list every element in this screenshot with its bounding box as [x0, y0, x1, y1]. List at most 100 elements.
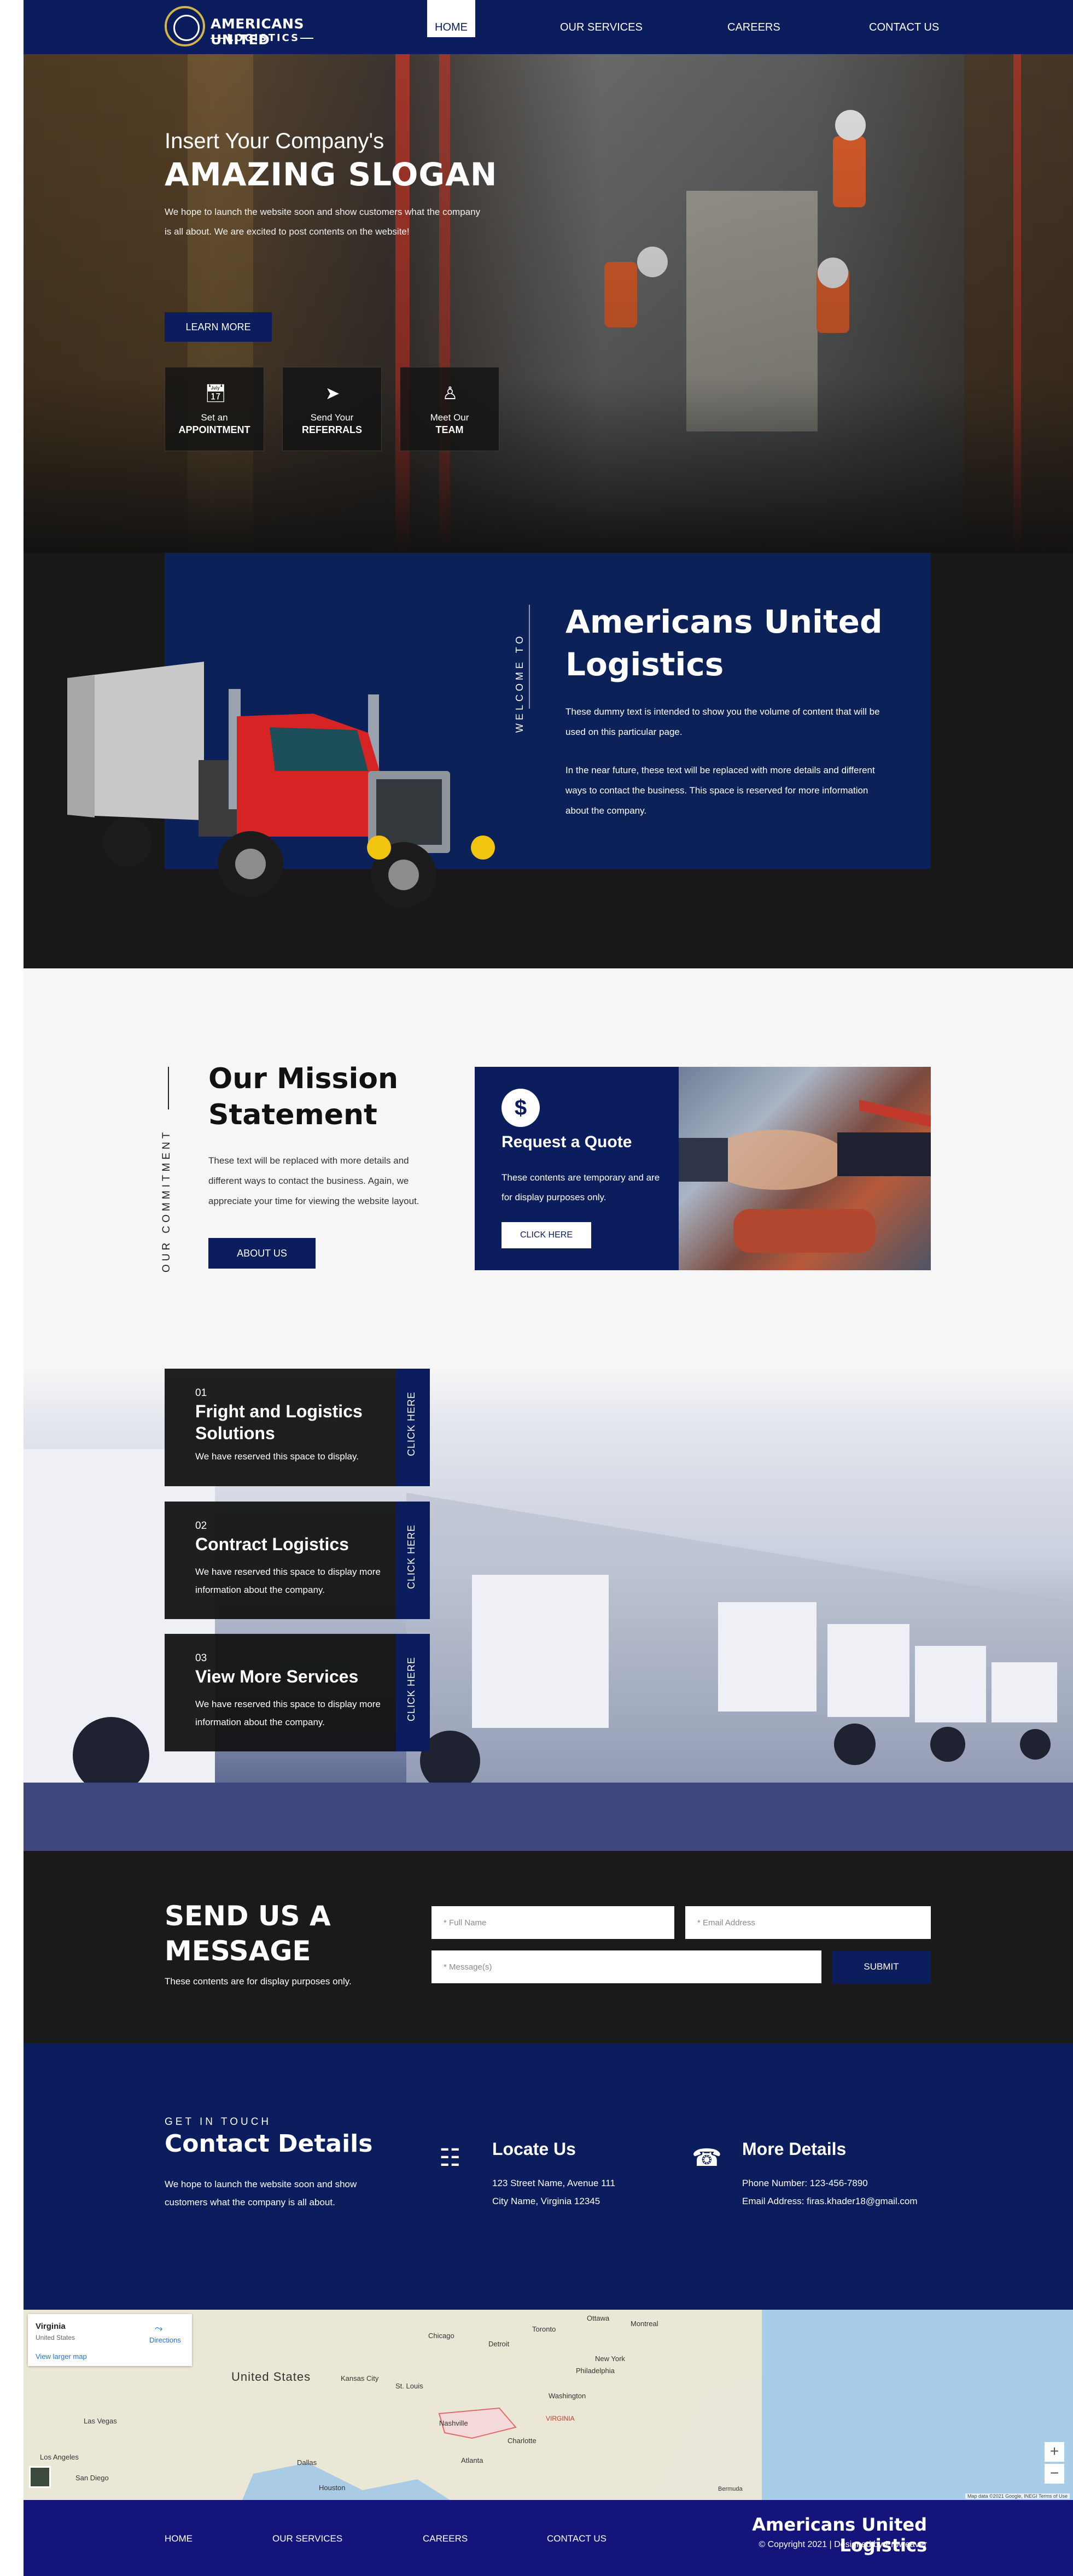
service-number: 02 [195, 1520, 207, 1532]
nav-home[interactable]: HOME [427, 0, 475, 37]
welcome-title: Americans United Logistics [565, 603, 883, 683]
locate-us-title: Locate Us [492, 2139, 576, 2159]
card-line2: REFERRALS [301, 424, 362, 435]
map-label-city: Washington [549, 2392, 586, 2400]
service-click-here-tab[interactable]: CLICK HERE [396, 1369, 430, 1486]
form-title: SEND US A MESSAGE [165, 1900, 331, 1967]
footer-link-our-services[interactable]: OUR SERVICES [272, 2533, 342, 2544]
service-card-more[interactable]: 03 View More Services We have reserved t… [165, 1634, 396, 1751]
map-attribution: Map data ©2021 Google, INEGI Terms of Us… [965, 2493, 1070, 2499]
commitment-label: OUR COMMITMENT [161, 1129, 172, 1272]
service-title: View More Services [195, 1667, 359, 1686]
phone-number[interactable]: Phone Number: 123-456-7890 [742, 2178, 868, 2189]
footer-link-careers[interactable]: CAREERS [423, 2533, 468, 2544]
more-details-title: More Details [742, 2139, 847, 2159]
map-label-city: St. Louis [395, 2382, 423, 2390]
team-icon: ♙ [442, 383, 458, 403]
footer-link-contact-us[interactable]: CONTACT US [547, 2533, 607, 2544]
card-line1: Send Your [310, 412, 354, 423]
map-label-city: Ottawa [587, 2314, 610, 2322]
nav-contact-us[interactable]: CONTACT US [869, 0, 939, 37]
map-label-country: United States [231, 2370, 311, 2384]
directions-icon: ⤳ [155, 2323, 163, 2334]
quote-click-here-button[interactable]: CLICK HERE [501, 1222, 591, 1248]
calendar-icon: 📅︎ [205, 383, 227, 403]
logo[interactable]: AMERICANS UNITED LOGISTICS [165, 6, 345, 48]
service-click-here-tab[interactable]: CLICK HERE [396, 1502, 430, 1619]
logo-divider [300, 38, 313, 39]
hero-text: We hope to launch the website soon and s… [165, 207, 481, 237]
welcome-paragraph-2: In the near future, these text will be r… [565, 765, 875, 816]
service-card-freight[interactable]: 01 Fright and Logistics Solutions We hav… [165, 1369, 396, 1486]
address-line-1: 123 Street Name, Avenue 111 [492, 2178, 615, 2188]
contact-details-text: We hope to launch the website soon and s… [165, 2179, 357, 2207]
nav-careers[interactable]: CAREERS [727, 0, 780, 37]
map-label-city: Charlotte [508, 2437, 536, 2445]
map-label-city: San Diego [75, 2474, 109, 2482]
card-line2: TEAM [435, 424, 464, 435]
hero-slogan: AMAZING SLOGAN [165, 156, 498, 193]
chat-phone-icon: ☎ [692, 2145, 722, 2171]
map-label-city: Los Angeles [40, 2453, 79, 2461]
contact-details-title: Contact Details [165, 2130, 373, 2158]
hero-eyebrow: Insert Your Company's [165, 129, 384, 153]
map-label-city: Philadelphia [576, 2367, 615, 2375]
service-card-contract[interactable]: 02 Contract Logistics We have reserved t… [165, 1502, 396, 1619]
quote-title: Request a Quote [501, 1133, 632, 1151]
map-label-city: Atlanta [461, 2456, 483, 2464]
page: AMERICANS UNITED LOGISTICS HOME OUR SERV… [24, 0, 1073, 2576]
mission-divider [168, 1067, 169, 1109]
submit-button[interactable]: SUBMIT [832, 1950, 931, 1983]
map-label-city: Houston [319, 2484, 346, 2492]
full-name-input[interactable] [431, 1906, 674, 1939]
paper-plane-icon: ➤ [325, 383, 340, 403]
click-here-label: CLICK HERE [406, 1656, 417, 1721]
map-icon: ☷ [439, 2145, 461, 2171]
map-label-city: Bermuda [718, 2486, 743, 2492]
satellite-toggle[interactable] [29, 2466, 51, 2488]
get-in-touch-label: GET IN TOUCH [165, 2116, 272, 2128]
referrals-card[interactable]: ➤ Send Your REFERRALS [282, 367, 382, 451]
view-larger-map-link[interactable]: View larger map [36, 2352, 87, 2361]
map-label-city: Montreal [631, 2320, 658, 2328]
map-directions-link[interactable]: Directions [149, 2336, 181, 2344]
handshake-logistics-image [679, 1067, 931, 1270]
appointment-card[interactable]: 📅︎ Set an APPOINTMENT [165, 367, 264, 451]
email-input[interactable] [685, 1906, 931, 1939]
map-label-city: Nashville [439, 2419, 468, 2427]
form-subtitle: These contents are for display purposes … [165, 1976, 352, 1987]
map-label-city: Toronto [532, 2325, 556, 2333]
message-input[interactable] [431, 1950, 821, 1983]
top-navigation: AMERICANS UNITED LOGISTICS HOME OUR SERV… [24, 0, 1073, 54]
zoom-in-button[interactable]: + [1045, 2442, 1064, 2462]
red-truck-image [67, 662, 495, 908]
card-line1: Meet Our [430, 412, 469, 423]
nav-our-services[interactable]: OUR SERVICES [560, 0, 643, 37]
zoom-out-button[interactable]: − [1045, 2464, 1064, 2484]
footer-link-home[interactable]: HOME [165, 2533, 193, 2544]
logo-divider [211, 38, 224, 39]
click-here-label: CLICK HERE [406, 1524, 417, 1589]
map-country: United States [36, 2334, 75, 2341]
dollar-icon: $ [501, 1089, 540, 1127]
learn-more-button[interactable]: LEARN MORE [165, 312, 272, 342]
card-line1: Set an [201, 412, 228, 423]
map-label-city: Kansas City [341, 2374, 379, 2382]
service-click-here-tab[interactable]: CLICK HERE [396, 1634, 430, 1751]
mission-title: Our Mission Statement [208, 1062, 399, 1131]
address-line-2: City Name, Virginia 12345 [492, 2196, 600, 2206]
logo-seal-icon [165, 6, 205, 46]
map-label-city: Detroit [488, 2340, 510, 2348]
google-map[interactable]: Virginia United States Directions ⤳ View… [24, 2310, 1073, 2500]
map-label-city: Chicago [428, 2332, 454, 2340]
service-desc: We have reserved this space to display m… [195, 1567, 381, 1595]
map-label-city: Las Vegas [84, 2417, 117, 2425]
handshake-icon [679, 1100, 931, 1253]
service-desc: We have reserved this space to display. [195, 1451, 359, 1462]
team-card[interactable]: ♙ Meet Our TEAM [400, 367, 499, 451]
map-place: Virginia [36, 2322, 66, 2331]
email-address[interactable]: Email Address: firas.khader18@gmail.com [742, 2196, 918, 2207]
welcome-label: WELCOME TO [514, 633, 525, 733]
service-title: Contract Logistics [195, 1534, 349, 1554]
about-us-button[interactable]: ABOUT US [208, 1238, 316, 1269]
